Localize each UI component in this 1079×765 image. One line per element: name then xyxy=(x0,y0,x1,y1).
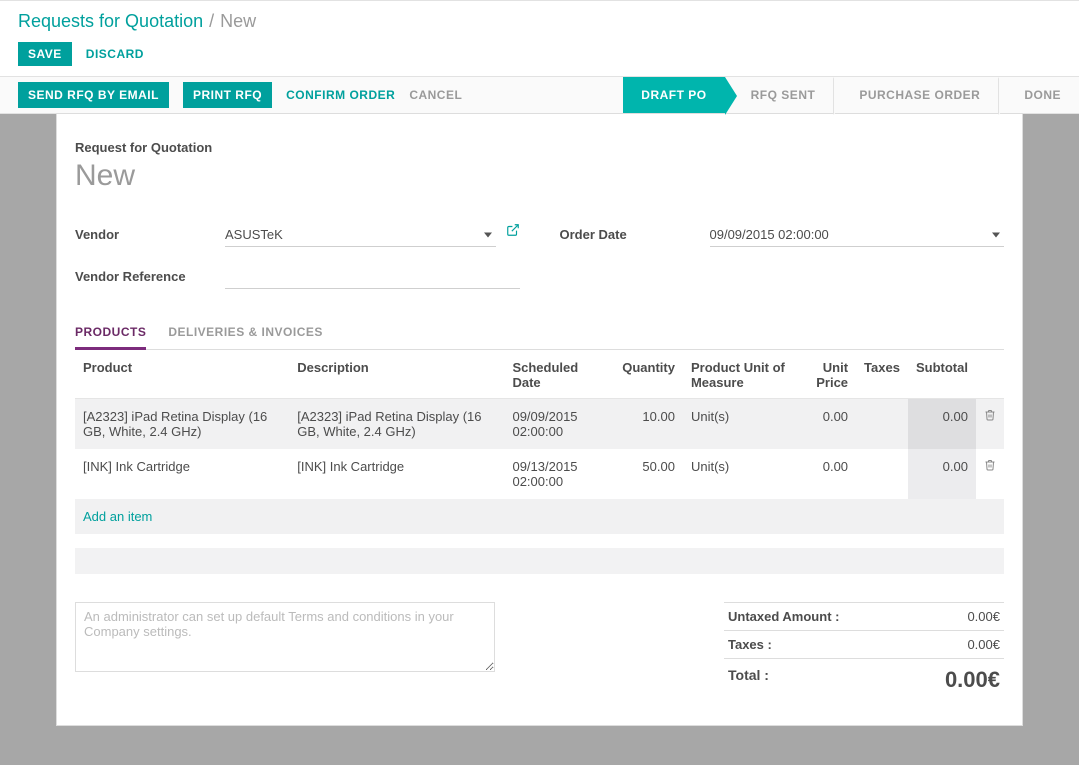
table-row[interactable]: [INK] Ink Cartridge[INK] Ink Cartridge09… xyxy=(75,449,1004,499)
cell-scheduled[interactable]: 09/09/2015 02:00:00 xyxy=(504,399,614,450)
col-subtotal[interactable]: Subtotal xyxy=(908,350,976,399)
cell-scheduled[interactable]: 09/13/2015 02:00:00 xyxy=(504,449,614,499)
col-taxes[interactable]: Taxes xyxy=(856,350,908,399)
add-item-link[interactable]: Add an item xyxy=(83,509,152,524)
trash-icon[interactable] xyxy=(976,399,1004,450)
cell-subtotal: 0.00 xyxy=(908,449,976,499)
col-unit-price[interactable]: Unit Price xyxy=(801,350,856,399)
cell-taxes[interactable] xyxy=(856,449,908,499)
vendor-input[interactable] xyxy=(225,223,496,247)
cell-uom[interactable]: Unit(s) xyxy=(683,399,801,450)
cell-quantity[interactable]: 10.00 xyxy=(614,399,683,450)
cell-quantity[interactable]: 50.00 xyxy=(614,449,683,499)
confirm-order-button[interactable]: CONFIRM ORDER xyxy=(286,88,395,102)
cell-description[interactable]: [INK] Ink Cartridge xyxy=(289,449,504,499)
cell-unit-price[interactable]: 0.00 xyxy=(801,449,856,499)
stage-rfq-sent[interactable]: RFQ SENT xyxy=(725,77,834,113)
breadcrumb-root-link[interactable]: Requests for Quotation xyxy=(18,11,203,32)
vendor-reference-label: Vendor Reference xyxy=(75,265,215,284)
sheet-subtitle: Request for Quotation xyxy=(75,140,1004,155)
breadcrumb-current: New xyxy=(220,11,256,32)
cell-product[interactable]: [INK] Ink Cartridge xyxy=(75,449,289,499)
trash-icon[interactable] xyxy=(976,449,1004,499)
cell-product[interactable]: [A2323] iPad Retina Display (16 GB, Whit… xyxy=(75,399,289,450)
total-label: Total : xyxy=(728,667,769,693)
cell-description[interactable]: [A2323] iPad Retina Display (16 GB, Whit… xyxy=(289,399,504,450)
col-quantity[interactable]: Quantity xyxy=(614,350,683,399)
untaxed-amount-label: Untaxed Amount : xyxy=(728,609,839,624)
order-date-label: Order Date xyxy=(560,223,700,242)
status-stages: DRAFT PO RFQ SENT PURCHASE ORDER DONE xyxy=(623,77,1079,113)
cancel-button[interactable]: CANCEL xyxy=(409,88,462,102)
vendor-label: Vendor xyxy=(75,223,215,242)
cell-subtotal: 0.00 xyxy=(908,399,976,450)
vendor-reference-input[interactable] xyxy=(225,265,520,289)
taxes-label: Taxes : xyxy=(728,637,772,652)
stage-done[interactable]: DONE xyxy=(998,77,1079,113)
order-date-input[interactable] xyxy=(710,223,1005,247)
send-rfq-email-button[interactable]: SEND RFQ BY EMAIL xyxy=(18,82,169,108)
discard-button[interactable]: DISCARD xyxy=(86,47,144,61)
tab-products[interactable]: PRODUCTS xyxy=(75,317,146,350)
col-product[interactable]: Product xyxy=(75,350,289,399)
external-link-icon[interactable] xyxy=(506,223,520,240)
print-rfq-button[interactable]: PRINT RFQ xyxy=(183,82,272,108)
note-input[interactable] xyxy=(75,548,1004,574)
sheet-title: New xyxy=(75,159,1004,193)
cell-unit-price[interactable]: 0.00 xyxy=(801,399,856,450)
cell-uom[interactable]: Unit(s) xyxy=(683,449,801,499)
breadcrumb: Requests for Quotation / New xyxy=(0,1,1079,38)
taxes-value: 0.00€ xyxy=(967,637,1000,652)
totals-summary: Untaxed Amount : 0.00€ Taxes : 0.00€ Tot… xyxy=(724,602,1004,701)
save-button[interactable]: SAVE xyxy=(18,42,72,66)
col-uom[interactable]: Product Unit of Measure xyxy=(683,350,801,399)
total-value: 0.00€ xyxy=(945,667,1000,693)
col-description[interactable]: Description xyxy=(289,350,504,399)
stage-purchase-order[interactable]: PURCHASE ORDER xyxy=(833,77,998,113)
stage-draft-po[interactable]: DRAFT PO xyxy=(623,77,724,113)
untaxed-amount-value: 0.00€ xyxy=(967,609,1000,624)
breadcrumb-separator: / xyxy=(209,11,214,32)
col-scheduled-date[interactable]: Scheduled Date xyxy=(504,350,614,399)
cell-taxes[interactable] xyxy=(856,399,908,450)
table-row[interactable]: [A2323] iPad Retina Display (16 GB, Whit… xyxy=(75,399,1004,450)
tab-deliveries-invoices[interactable]: DELIVERIES & INVOICES xyxy=(168,317,323,350)
order-lines-table: Product Description Scheduled Date Quant… xyxy=(75,350,1004,534)
terms-textarea[interactable]: An administrator can set up default Term… xyxy=(75,602,495,672)
